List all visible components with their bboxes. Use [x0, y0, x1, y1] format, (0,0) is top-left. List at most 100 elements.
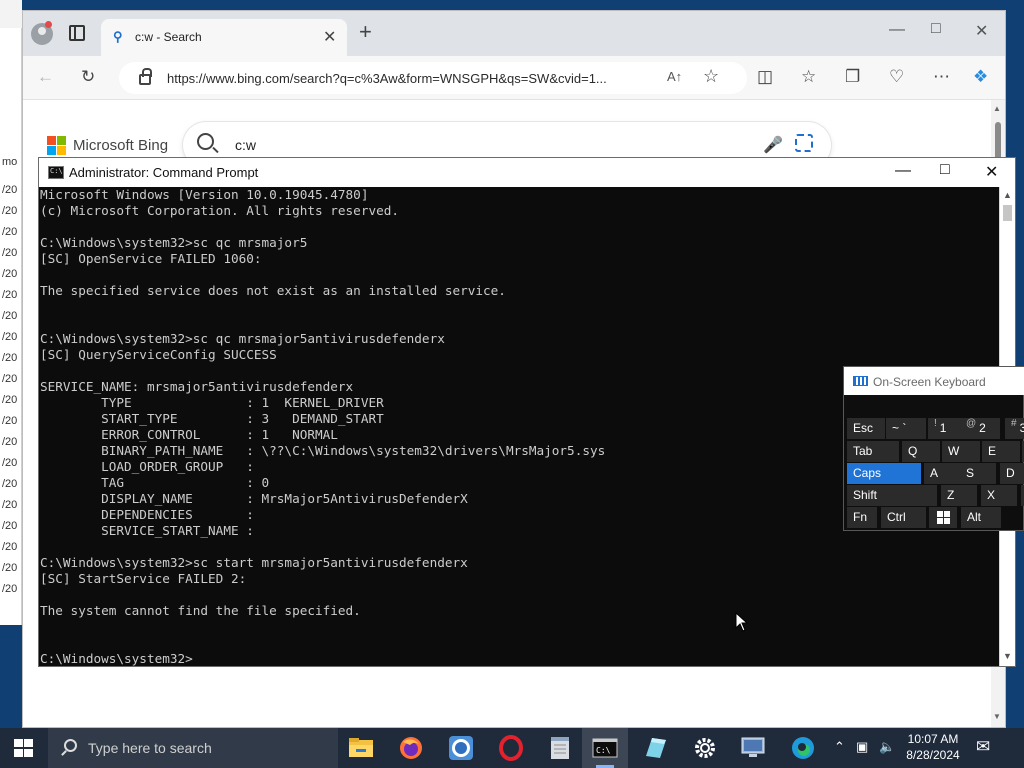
edge-tab-bar: ⚲ c:w - Search ✕ + — □ ✕	[23, 11, 1005, 56]
settings-more-icon[interactable]: ⋯	[933, 68, 950, 86]
osk-key[interactable]: Alt	[961, 507, 1001, 528]
osk-key-label: Ctrl	[887, 510, 906, 524]
osk-key[interactable]: Esc	[847, 418, 885, 439]
taskbar-app-settings[interactable]	[682, 728, 728, 768]
scroll-down-icon[interactable]: ▼	[993, 712, 1001, 721]
background-explorer-row: /20	[2, 352, 18, 364]
osk-key[interactable]: S	[960, 463, 996, 484]
taskbar-search-placeholder: Type here to search	[88, 740, 212, 756]
osk-key-label: Tab	[853, 444, 873, 458]
osk-key[interactable]: #3	[1005, 418, 1024, 439]
clock-date: 8/28/2024	[906, 748, 960, 762]
taskbar-app-chrome[interactable]	[438, 728, 484, 768]
tab-favicon-search-icon: ⚲	[113, 29, 123, 44]
osk-titlebar[interactable]: On-Screen Keyboard	[844, 367, 1024, 395]
console-line: [SC] StartService FAILED 2:	[40, 571, 247, 586]
show-hidden-icons-chevron-icon[interactable]: ⌃	[834, 739, 845, 755]
favorite-star-icon[interactable]: ☆	[703, 66, 719, 87]
favorites-icon[interactable]: ☆	[801, 68, 816, 86]
osk-key[interactable]: Ctrl	[881, 507, 926, 528]
scroll-up-icon[interactable]: ▲	[993, 104, 1001, 113]
osk-key[interactable]: Q	[902, 441, 940, 462]
network-icon[interactable]: ▣	[856, 739, 868, 755]
copilot-icon[interactable]: ❖	[973, 68, 988, 86]
cmd-close-icon[interactable]: ✕	[985, 162, 998, 182]
browser-tab-active[interactable]: ⚲ c:w - Search ✕	[101, 19, 347, 56]
osk-key-shift-label: #	[1011, 418, 1017, 429]
read-aloud-icon[interactable]: A↑	[667, 69, 682, 84]
osk-key[interactable]: W	[942, 441, 980, 462]
new-tab-icon[interactable]: +	[359, 21, 372, 43]
browser-essentials-icon[interactable]: ♡	[889, 68, 904, 86]
bing-brand-name[interactable]: Microsoft Bing	[73, 137, 168, 154]
background-explorer-row: /20	[2, 394, 18, 406]
taskbar-app-command-prompt[interactable]: C:\	[582, 728, 628, 768]
search-query-text[interactable]: c:w	[235, 137, 256, 153]
notifications-icon[interactable]: ✉	[976, 737, 990, 757]
remote-desktop-icon	[741, 737, 765, 757]
osk-key[interactable]: Tab	[847, 441, 899, 462]
address-bar[interactable]: https://www.bing.com/search?q=c%3Aw&form…	[119, 62, 747, 94]
cmd-titlebar[interactable]: Administrator: Command Prompt — □ ✕	[39, 158, 1015, 187]
refresh-icon[interactable]: ↻	[81, 68, 95, 86]
tab-close-icon[interactable]: ✕	[323, 27, 336, 47]
background-explorer-row: /20	[2, 478, 18, 490]
osk-key[interactable]: Shift	[847, 485, 937, 506]
cmd-minimize-icon[interactable]: —	[895, 162, 911, 180]
background-explorer-row: /20	[2, 499, 18, 511]
osk-key-windows[interactable]	[929, 507, 957, 528]
osk-key[interactable]: D	[1000, 463, 1024, 484]
cmd-scroll-down-icon[interactable]: ▼	[1003, 651, 1012, 661]
opera-icon	[499, 735, 523, 761]
background-explorer-row: /20	[2, 268, 18, 280]
osk-key[interactable]: A	[924, 463, 960, 484]
settings-gear-icon	[695, 738, 715, 758]
osk-key[interactable]: X	[981, 485, 1017, 506]
cmd-app-icon	[48, 166, 64, 179]
taskbar-app-notepad[interactable]	[538, 728, 584, 768]
osk-key[interactable]: E	[982, 441, 1020, 462]
taskbar-clock[interactable]: 10:07 AM 8/28/2024	[896, 731, 970, 763]
taskbar-app-edge[interactable]	[780, 728, 826, 768]
taskbar-search-box[interactable]: Type here to search	[48, 728, 338, 768]
osk-key[interactable]: Caps	[847, 463, 921, 484]
osk-key[interactable]: ~ `	[886, 418, 926, 439]
taskbar-app-remote-desktop[interactable]	[730, 728, 776, 768]
osk-key[interactable]: @2	[960, 418, 1000, 439]
microphone-icon[interactable]: 🎤	[763, 135, 783, 155]
taskbar-app-opera[interactable]	[488, 728, 534, 768]
svg-text:C:\: C:\	[596, 746, 611, 755]
cmd-maximize-icon[interactable]: □	[940, 161, 950, 179]
taskbar-search-icon	[64, 739, 77, 752]
start-windows-icon[interactable]	[14, 739, 34, 758]
taskbar-app-paint-3d[interactable]	[632, 728, 678, 768]
profile-notification-dot	[45, 21, 52, 28]
visual-search-icon[interactable]	[795, 134, 813, 152]
collections-icon[interactable]: ❐	[845, 68, 860, 86]
clock-time: 10:07 AM	[907, 732, 959, 746]
taskbar-app-firefox[interactable]	[388, 728, 434, 768]
cmd-scroll-up-icon[interactable]: ▲	[1003, 190, 1012, 200]
console-line: [SC] OpenService FAILED 1060:	[40, 251, 262, 266]
osk-key-label: 2	[979, 421, 986, 435]
split-screen-icon[interactable]: ◫	[757, 68, 773, 86]
edge-icon	[792, 737, 814, 759]
back-icon[interactable]: ←	[37, 68, 54, 86]
volume-muted-icon[interactable]: 🔈	[879, 739, 895, 755]
console-line: The specified service does not exist as …	[40, 283, 506, 298]
edge-maximize-icon[interactable]: □	[931, 20, 941, 38]
tab-actions-icon[interactable]	[69, 25, 85, 41]
edge-minimize-icon[interactable]: —	[889, 21, 905, 39]
taskbar-app-file-explorer[interactable]	[338, 728, 384, 768]
windows-key-icon	[935, 510, 951, 524]
osk-key[interactable]: Fn	[847, 507, 877, 528]
address-url[interactable]: https://www.bing.com/search?q=c%3Aw&form…	[167, 71, 607, 86]
background-explorer-row: /20	[2, 289, 18, 301]
osk-key-label: X	[987, 488, 996, 502]
osk-key[interactable]: Z	[941, 485, 977, 506]
edge-close-icon[interactable]: ✕	[975, 21, 988, 41]
background-explorer-row: /20	[2, 373, 18, 385]
cmd-scrollbar-thumb[interactable]	[1003, 205, 1012, 221]
osk-key-shift-label: !	[934, 418, 937, 429]
tab-title: c:w - Search	[135, 30, 202, 44]
